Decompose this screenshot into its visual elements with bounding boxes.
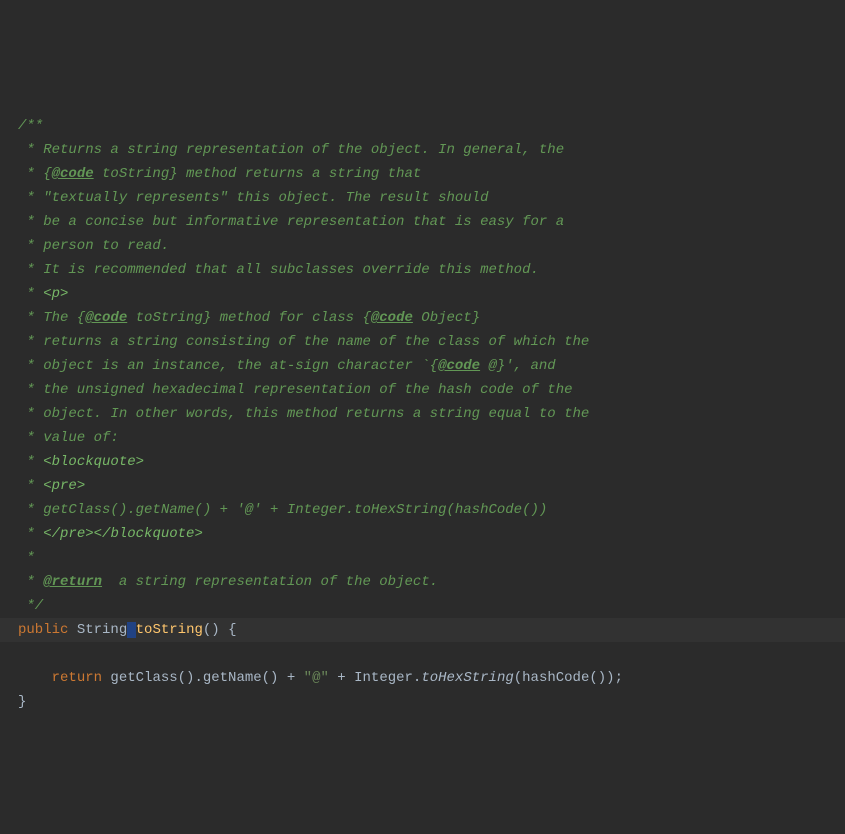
javadoc-line: * "textually represents" this object. Th… [18,190,488,206]
javadoc-line: * <p> [18,286,68,302]
javadoc-line: * returns a string consisting of the nam… [18,334,589,350]
javadoc-line: * It is recommended that all subclasses … [18,262,539,278]
keyword-public: public [18,622,68,638]
javadoc-line: * The {@code toString} method for class … [18,310,480,326]
code-text: () { [203,622,237,638]
javadoc-line: * [18,550,35,566]
javadoc-html-blockquote: <blockquote> [43,454,144,470]
javadoc-line: * <pre> [18,478,85,494]
javadoc-line: * @return a string representation of the… [18,574,438,590]
code-text: (hashCode()); [514,670,623,686]
javadoc-line: * {@code toString} method returns a stri… [18,166,421,182]
javadoc-tag-code: @code [85,310,127,326]
javadoc-tag-return: @return [43,574,102,590]
javadoc-html-blockquote-close: </blockquote> [94,526,203,542]
static-method-tohexstring: toHexString [421,670,513,686]
javadoc-html-p: <p> [43,286,68,302]
code-editor-viewport[interactable]: /** * Returns a string representation of… [18,114,845,714]
code-text: + [329,670,354,686]
keyword-return: return [52,670,102,686]
javadoc-line: * object. In other words, this method re… [18,406,589,422]
class-integer: Integer. [354,670,421,686]
javadoc-html-pre-close: </pre> [43,526,93,542]
javadoc-line: * the unsigned hexadecimal representatio… [18,382,573,398]
javadoc-line: * Returns a string representation of the… [18,142,564,158]
selection[interactable] [127,622,135,638]
closing-brace: } [18,694,26,710]
string-literal: "@" [304,670,329,686]
type-string: String [77,622,127,638]
javadoc-line: * value of: [18,430,119,446]
javadoc-line: * <blockquote> [18,454,144,470]
javadoc-tag-code: @code [438,358,480,374]
javadoc-line: * be a concise but informative represent… [18,214,564,230]
code-text: getClass().getName() + [102,670,304,686]
javadoc-html-pre: <pre> [43,478,85,494]
javadoc-line: * person to read. [18,238,169,254]
javadoc-line: * object is an instance, the at-sign cha… [18,358,556,374]
javadoc-tag-code: @code [52,166,94,182]
code-line[interactable]: return getClass().getName() + "@" + Inte… [18,670,623,686]
javadoc-line: * getClass().getName() + '@' + Integer.t… [18,502,547,518]
javadoc-close: */ [18,598,43,614]
javadoc-tag-code: @code [371,310,413,326]
current-line-highlight[interactable]: public String toString() { [0,618,845,642]
javadoc-line: * </pre></blockquote> [18,526,203,542]
javadoc-open: /** [18,118,43,134]
method-name-tostring: toString [136,622,203,638]
